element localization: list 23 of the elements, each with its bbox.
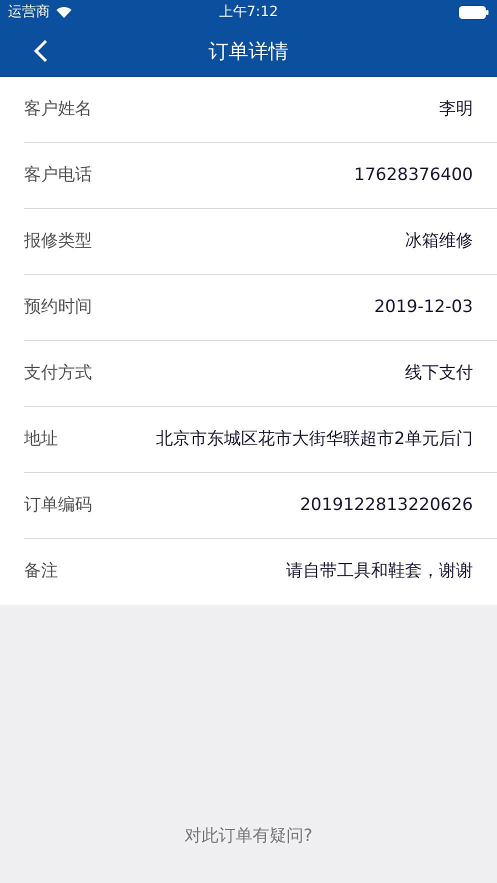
- carrier-label: 运营商: [8, 2, 50, 22]
- field-label: 订单编码: [24, 494, 92, 517]
- field-value: 2019122813220626: [300, 494, 473, 517]
- page-title: 订单详情: [208, 38, 288, 64]
- field-label: 预约时间: [24, 296, 92, 319]
- field-value: 李明: [439, 98, 473, 121]
- field-label: 备注: [24, 560, 58, 584]
- field-label: 地址: [24, 428, 58, 451]
- back-icon: [34, 38, 48, 62]
- field-value: 2019-12-03: [374, 296, 473, 319]
- wifi-icon: [56, 6, 72, 18]
- field-label: 客户电话: [24, 164, 92, 187]
- field-value: 北京市东城区花市大街华联超市2单元后门: [156, 428, 473, 451]
- question-link[interactable]: 对此订单有疑问?: [184, 824, 313, 849]
- field-label: 支付方式: [24, 362, 92, 385]
- field-value: 线下支付: [405, 362, 473, 385]
- field-label: 客户姓名: [24, 98, 92, 121]
- status-time: 上午7:12: [218, 2, 278, 22]
- field-value: 冰箱维修: [405, 230, 473, 253]
- field-label: 报修类型: [24, 230, 92, 253]
- battery-icon: [459, 6, 489, 18]
- field-value: 17628376400: [354, 164, 473, 187]
- field-value: 请自带工具和鞋套，谢谢: [286, 560, 473, 584]
